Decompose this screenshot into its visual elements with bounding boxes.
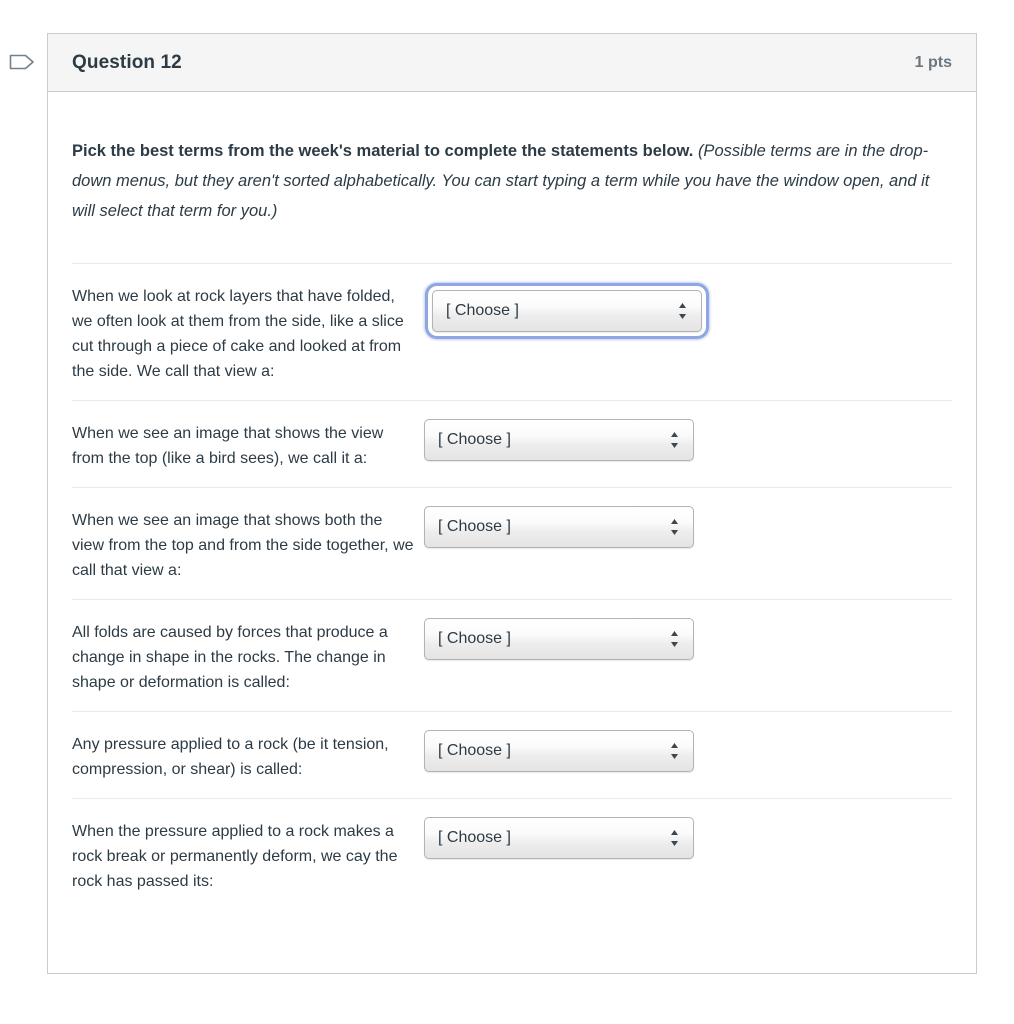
table-row: When we look at rock layers that have fo… <box>72 263 952 400</box>
answer-cell: [ Choose ] <box>420 817 952 859</box>
answer-cell: [ Choose ] <box>420 618 952 660</box>
table-row: All folds are caused by forces that prod… <box>72 599 952 711</box>
select-value: [ Choose ] <box>438 742 511 759</box>
statement-text: Any pressure applied to a rock (be it te… <box>72 736 389 778</box>
flag-outline-icon[interactable] <box>8 50 36 74</box>
statement-text: When we see an image that shows the view… <box>72 425 384 467</box>
select-value: [ Choose ] <box>438 518 511 535</box>
quiz-question-page: Question 12 1 pts Pick the best terms fr… <box>0 0 1014 1024</box>
page-title: Question 12 <box>72 51 182 73</box>
select-value: [ Choose ] <box>438 630 511 647</box>
answer-select-6[interactable]: [ Choose ] <box>424 817 694 859</box>
up-down-arrows-icon <box>671 830 678 846</box>
select-value: [ Choose ] <box>438 829 511 846</box>
statement-text: When we see an image that shows both the… <box>72 512 414 579</box>
answer-select-2[interactable]: [ Choose ] <box>424 419 694 461</box>
up-down-arrows-icon <box>671 743 678 759</box>
instructions-lead: Pick the best terms from the week's mate… <box>72 142 694 160</box>
select-focus-ring: [ Choose ] <box>428 286 706 336</box>
statement-text: All folds are caused by forces that prod… <box>72 624 388 691</box>
answer-cell: [ Choose ] <box>420 506 952 548</box>
answer-cell: [ Choose ] <box>420 730 952 772</box>
answer-cell: [ Choose ] <box>420 419 952 461</box>
question-card: Question 12 1 pts Pick the best terms fr… <box>47 33 977 974</box>
answer-select-1[interactable]: [ Choose ] <box>432 290 702 332</box>
select-value: [ Choose ] <box>446 302 519 319</box>
select-value: [ Choose ] <box>438 431 511 448</box>
question-body: Pick the best terms from the week's mate… <box>48 92 976 910</box>
statement-text: When we look at rock layers that have fo… <box>72 288 404 380</box>
table-row: When the pressure applied to a rock make… <box>72 798 952 910</box>
question-points: 1 pts <box>914 53 952 71</box>
up-down-arrows-icon <box>671 519 678 535</box>
table-row: Any pressure applied to a rock (be it te… <box>72 711 952 798</box>
question-instructions: Pick the best terms from the week's mate… <box>72 136 947 226</box>
question-header: Question 12 1 pts <box>48 34 976 92</box>
statement-text: When the pressure applied to a rock make… <box>72 823 398 890</box>
answer-cell: [ Choose ] <box>420 282 952 341</box>
up-down-arrows-icon <box>671 631 678 647</box>
up-down-arrows-icon <box>671 432 678 448</box>
answer-select-4[interactable]: [ Choose ] <box>424 618 694 660</box>
table-row: When we see an image that shows both the… <box>72 487 952 599</box>
answer-select-5[interactable]: [ Choose ] <box>424 730 694 772</box>
answer-select-3[interactable]: [ Choose ] <box>424 506 694 548</box>
table-row: When we see an image that shows the view… <box>72 400 952 487</box>
up-down-arrows-icon <box>679 303 686 319</box>
matching-rows: When we look at rock layers that have fo… <box>72 263 952 910</box>
